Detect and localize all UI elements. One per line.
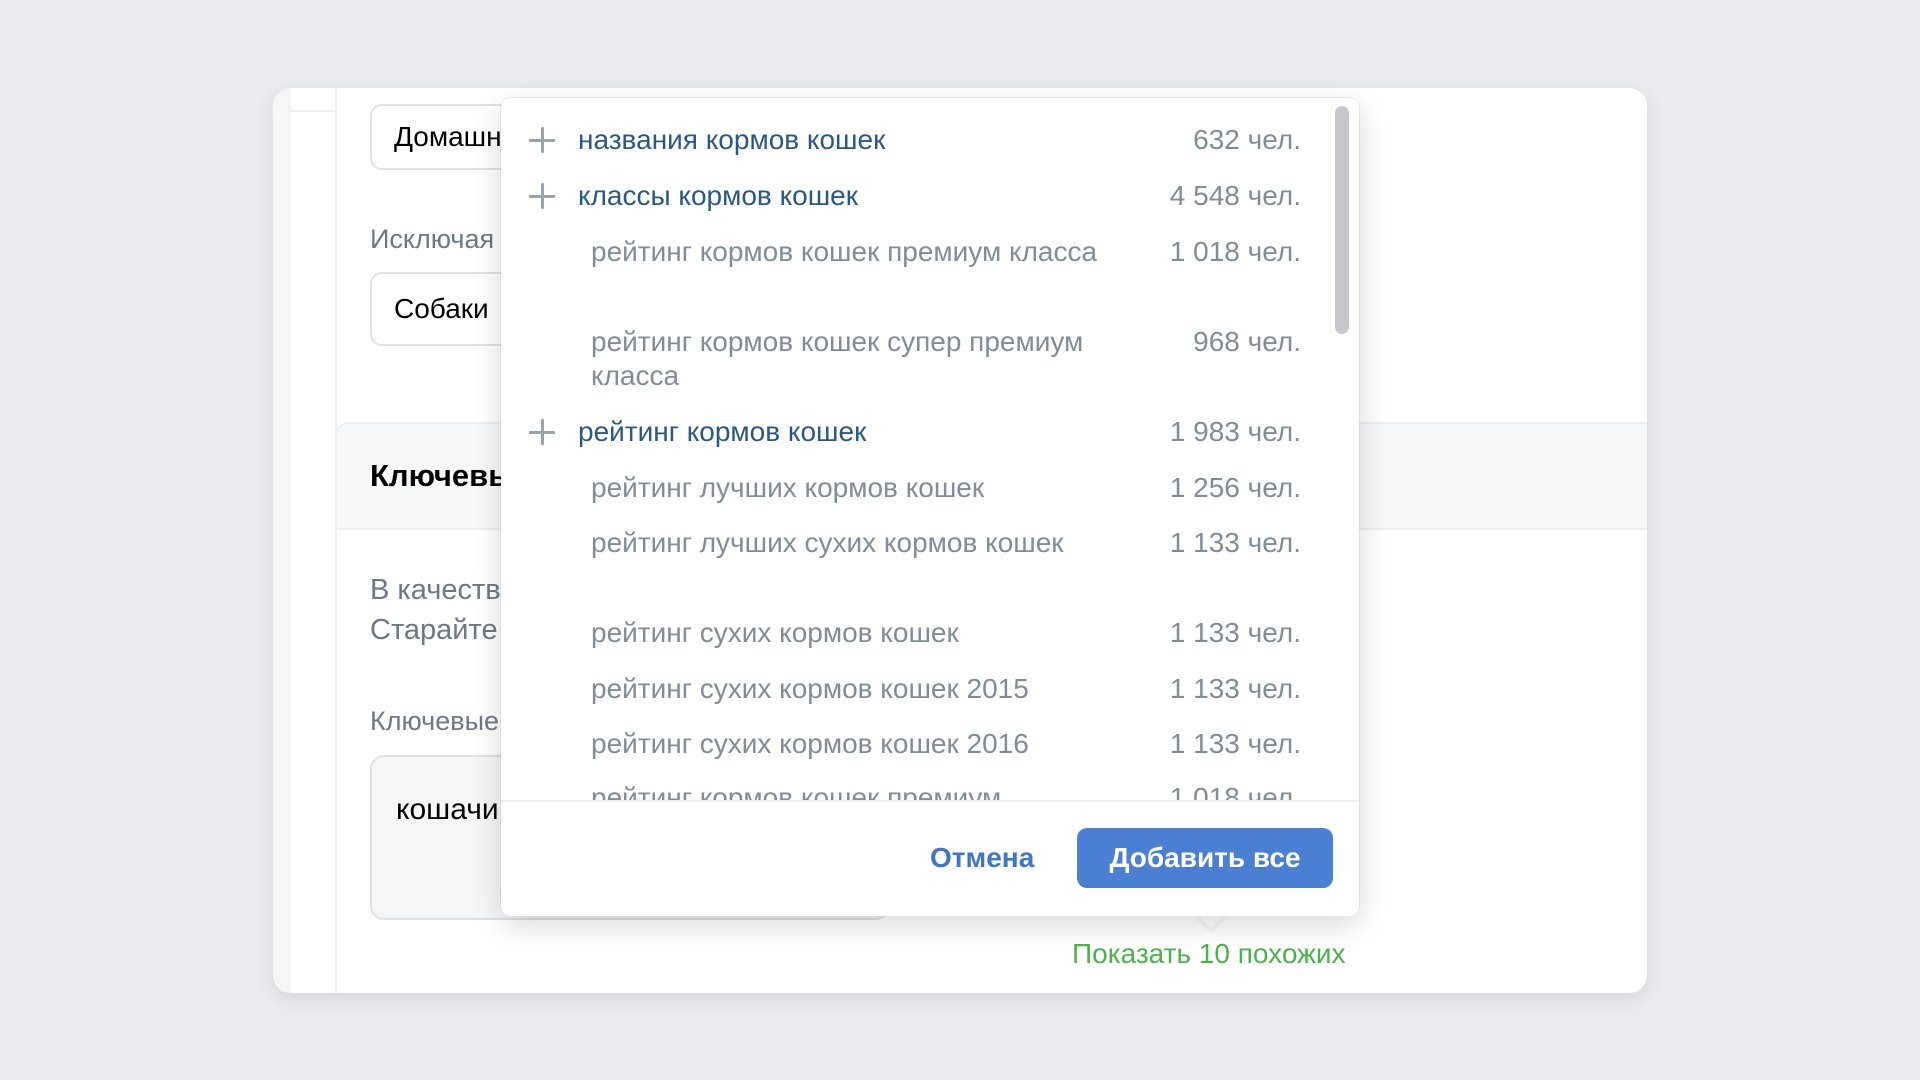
suggestion-count: 1 018 чел. [1169, 236, 1301, 267]
suggestion-count: 4 548 чел. [1169, 180, 1301, 211]
suggestion-count: 1 133 чел. [1169, 728, 1301, 759]
suggestion-text: классы кормов кошек [578, 180, 858, 211]
suggestion-text: рейтинг сухих кормов кошек 2016 [591, 728, 1029, 759]
suggestion-text: рейтинг лучших сухих кормов кошек [591, 527, 1064, 558]
show-similar-link[interactable]: Показать 10 похожих [1072, 938, 1345, 970]
suggestion-count: 1 256 чел. [1169, 472, 1301, 503]
keywords-hint: В качеств Старайте [370, 570, 501, 650]
plus-icon[interactable] [529, 419, 555, 445]
suggestion-text: рейтинг лучших кормов кошек [591, 472, 985, 503]
suggestion-text: рейтинг кормов кошек премиум [591, 782, 1002, 800]
keywords-hint-line-1: В качеств [370, 574, 501, 606]
keywords-section-title: Ключевы [370, 458, 515, 493]
suggestion-text: рейтинг сухих кормов кошек 2015 [591, 673, 1029, 704]
keywords-label: Ключевые [370, 706, 499, 736]
suggestion-count: 1 018 чел. [1169, 782, 1301, 800]
keywords-input-value: кошачи [396, 793, 499, 826]
suggestion-count: 968 чел. [1193, 326, 1301, 357]
suggestions-popup: названия кормов кошек 632 чел. классы ко… [501, 98, 1359, 916]
add-all-button[interactable]: Добавить все [1077, 828, 1333, 888]
left-pane [273, 88, 290, 993]
cancel-button[interactable]: Отмена [916, 830, 1048, 886]
interest-field-value: Домашн [394, 121, 502, 152]
exclude-label: Исключая [370, 224, 495, 254]
suggestion-text: рейтинг кормов кошек премиум класса [591, 236, 1098, 267]
suggestion-text: рейтинг сухих кормов кошек [591, 617, 959, 648]
suggestion-text: рейтинг кормов кошек [578, 416, 867, 447]
suggestion-text: рейтинг кормов кошек супер премиум класс… [591, 326, 1084, 391]
exclude-field-value: Собаки [394, 293, 489, 324]
suggestion-count: 632 чел. [1193, 124, 1301, 155]
suggestion-count: 1 983 чел. [1169, 416, 1301, 447]
suggestions-list: названия кормов кошек 632 чел. классы ко… [501, 98, 1327, 800]
plus-icon[interactable] [529, 183, 555, 209]
suggestion-count: 1 133 чел. [1169, 527, 1301, 558]
keywords-hint-line-2: Старайте [370, 614, 498, 646]
scrollbar-thumb[interactable] [1335, 106, 1349, 334]
suggestion-count: 1 133 чел. [1169, 617, 1301, 648]
plus-icon[interactable] [529, 127, 555, 153]
popup-footer: Отмена Добавить все [501, 800, 1359, 916]
suggestion-count: 1 133 чел. [1169, 673, 1301, 704]
suggestion-text: названия кормов кошек [578, 124, 886, 155]
